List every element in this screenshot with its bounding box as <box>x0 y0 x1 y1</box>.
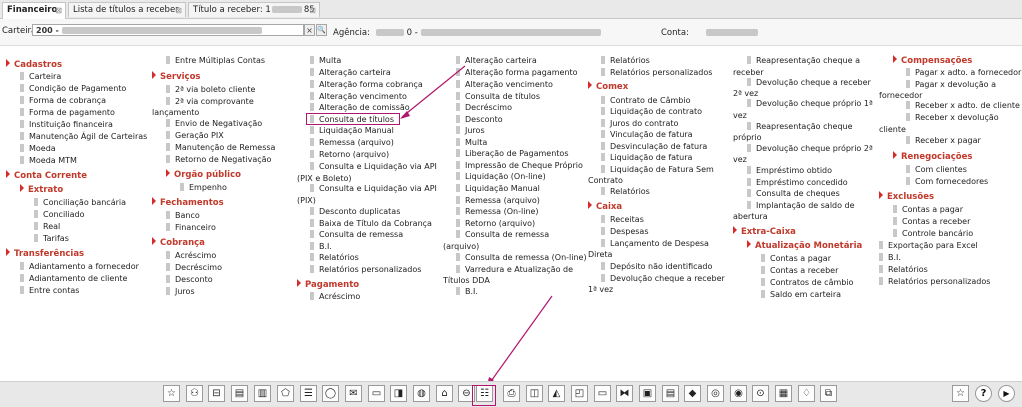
barcode-icon[interactable]: ▥ <box>254 385 271 402</box>
butterfly-icon[interactable]: ⧓ <box>616 385 633 402</box>
highlight-box <box>472 385 496 406</box>
circle-icon[interactable]: ◉ <box>730 385 747 402</box>
shield-icon[interactable]: ⬠ <box>277 385 294 402</box>
plug-icon[interactable]: ◰ <box>571 385 588 402</box>
target-icon[interactable]: ◎ <box>707 385 724 402</box>
annotation-arrow-top <box>401 65 466 118</box>
help-icon[interactable]: ? <box>975 385 992 402</box>
play-icon[interactable]: ▶ <box>998 385 1015 402</box>
factory-icon[interactable]: ◭ <box>548 385 565 402</box>
printer-icon[interactable]: ⎙ <box>503 385 520 402</box>
annotation-arrows <box>400 65 553 386</box>
document-icon[interactable]: ▤ <box>662 385 679 402</box>
book-icon[interactable]: ▭ <box>368 385 385 402</box>
box-icon[interactable]: ◨ <box>390 385 407 402</box>
grid-icon[interactable]: ▦ <box>775 385 792 402</box>
users-icon[interactable]: ⚇ <box>186 385 203 402</box>
card-icon[interactable]: ▣ <box>639 385 656 402</box>
cart-icon[interactable]: ◫ <box>526 385 543 402</box>
sliders-icon[interactable]: ☰ <box>300 385 317 402</box>
truck-icon[interactable]: ▭ <box>594 385 611 402</box>
annotation-arrow-bottom <box>488 295 553 385</box>
bank-icon[interactable]: ⌂ <box>436 385 453 402</box>
crystal-icon[interactable]: ♢ <box>798 385 815 402</box>
disc-icon[interactable]: ⊙ <box>752 385 769 402</box>
briefcase-icon[interactable]: ⊟ <box>208 385 225 402</box>
mouse-icon[interactable]: ◯ <box>322 385 339 402</box>
copy-icon[interactable]: ⧉ <box>820 385 837 402</box>
favorites-icon[interactable]: ☆ <box>163 385 180 402</box>
calculator-icon[interactable]: ▤ <box>231 385 248 402</box>
diamond-icon[interactable]: ◆ <box>684 385 701 402</box>
bottom-toolbar: ☆ ⚇ ⊟ ▤ ▥ ⬠ ☰ ◯ ✉ ▭ ◨ ◍ ⌂ ⊖ ☷ ⎙ ◫ ◭ ◰ ▭ … <box>0 381 1022 407</box>
globe-icon[interactable]: ◍ <box>413 385 430 402</box>
mail-icon[interactable]: ✉ <box>345 385 362 402</box>
favorites-add-icon[interactable]: ☆ <box>952 385 969 402</box>
